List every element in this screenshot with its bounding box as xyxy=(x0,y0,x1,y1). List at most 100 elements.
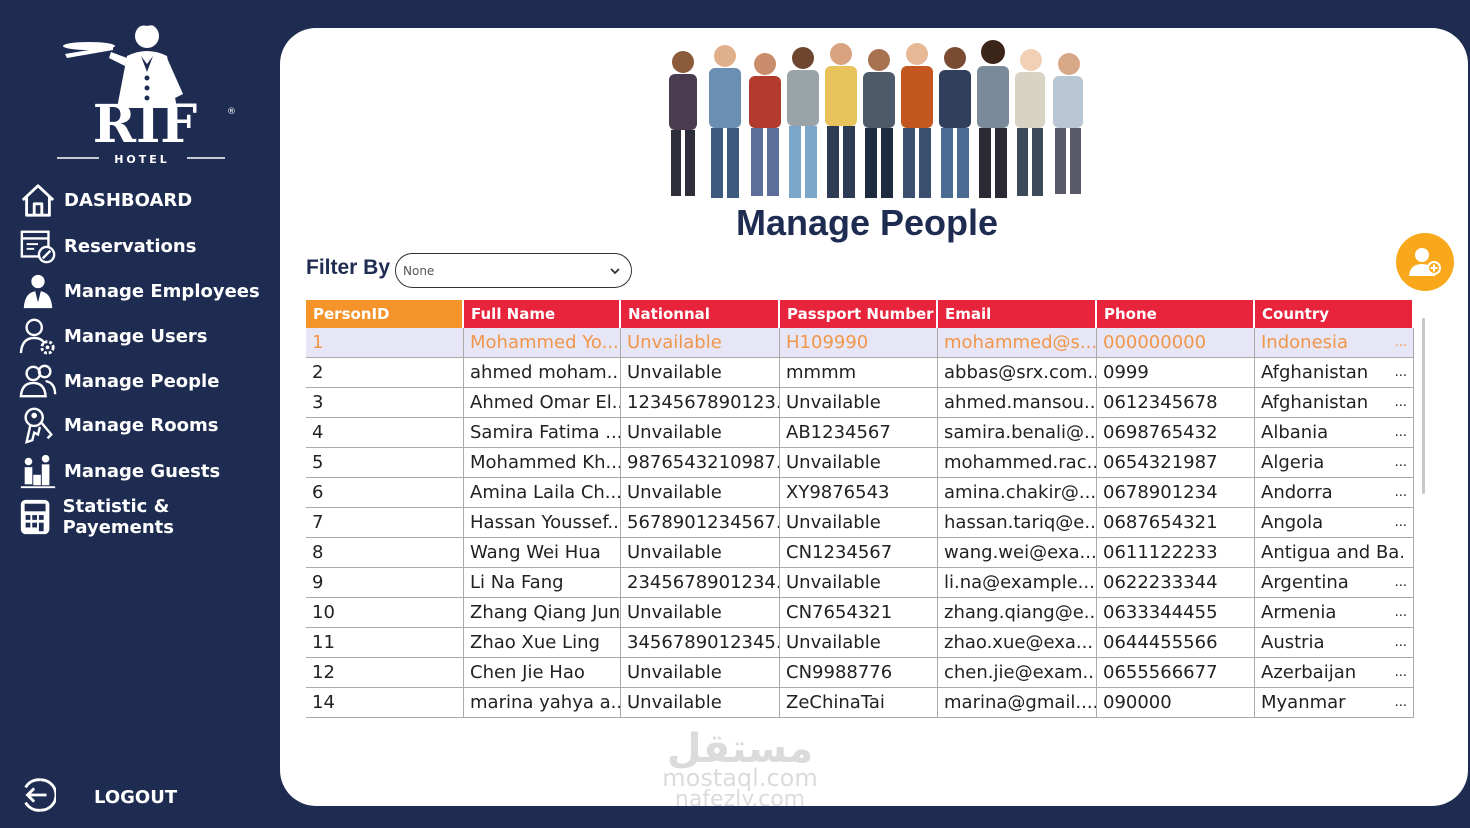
logout-button[interactable]: LOGOUT xyxy=(18,776,177,819)
row-suffix: ... xyxy=(1394,605,1407,620)
column-header-full-name[interactable]: Full Name xyxy=(464,300,621,328)
table-row[interactable]: 9 Li Na Fang 2345678901234... Unvailable li.… xyxy=(306,568,1414,598)
table-row[interactable]: 8 Wang Wei Hua Unvailable CN1234567 wang.wei… xyxy=(306,538,1414,568)
table-row[interactable]: 3 Ahmed Omar El... 1234567890123... Unvaila… xyxy=(306,388,1414,418)
table-scrollbar[interactable] xyxy=(1422,318,1425,494)
table-body: 1 Mohammed Yo... Unvailable H109990 mohammed… xyxy=(306,328,1414,718)
table-row[interactable]: 2 ahmed moham... Unvailable mmmm abbas@srx.c… xyxy=(306,358,1414,388)
watermark-line3: nafezly.com xyxy=(675,787,805,806)
table-cell: CN1234567 xyxy=(780,538,938,568)
table-header: PersonID Full Name Nationnal Passport Nu… xyxy=(306,300,1414,328)
country-text: Argentina xyxy=(1261,572,1349,593)
table-cell: Amina Laila Ch... xyxy=(464,478,621,508)
table-cell: 5 xyxy=(306,448,464,478)
table-cell: Unvailable xyxy=(621,328,780,358)
nav-manage-people[interactable]: Manage People xyxy=(16,361,219,401)
table-cell: H109990 xyxy=(780,328,938,358)
table-cell: Azerbaijan... xyxy=(1255,658,1414,688)
table-cell: ahmed.mansou... xyxy=(938,388,1097,418)
table-cell: 1234567890123... xyxy=(621,388,780,418)
table-cell: wang.wei@exa... xyxy=(938,538,1097,568)
column-header-personid[interactable]: PersonID xyxy=(306,300,464,328)
table-row[interactable]: 12 Chen Jie Hao Unvailable CN9988776 chen.ji… xyxy=(306,658,1414,688)
table-cell: ahmed moham... xyxy=(464,358,621,388)
row-suffix: ... xyxy=(1394,515,1407,530)
country-text: Myanmar xyxy=(1261,692,1346,713)
table-cell: 0644455566 xyxy=(1097,628,1255,658)
guests-icon xyxy=(16,451,60,491)
nav-manage-guests-label: Manage Guests xyxy=(64,460,221,482)
table-cell: Antigua and Ba... xyxy=(1255,538,1414,568)
table-row[interactable]: 4 Samira Fatima ... Unvailable AB1234567 sam… xyxy=(306,418,1414,448)
nav-manage-people-label: Manage People xyxy=(64,370,220,392)
table-row[interactable]: 10 Zhang Qiang Jun Unvailable CN7654321 zhan… xyxy=(306,598,1414,628)
home-icon xyxy=(16,180,60,220)
table-cell: 4 xyxy=(306,418,464,448)
table-cell: mmmm xyxy=(780,358,938,388)
table-cell: Unvailable xyxy=(621,478,780,508)
table-row[interactable]: 1 Mohammed Yo... Unvailable H109990 mohammed… xyxy=(306,328,1414,358)
table-cell: CN7654321 xyxy=(780,598,938,628)
filter-select-value: None xyxy=(403,263,435,278)
table-cell: Hassan Youssef... xyxy=(464,508,621,538)
nav-reservations[interactable]: Reservations xyxy=(16,226,196,266)
table-cell: Unvailable xyxy=(621,658,780,688)
row-suffix: ... xyxy=(1394,485,1407,500)
country-text: Indonesia xyxy=(1261,332,1349,353)
key-icon xyxy=(16,405,60,445)
watermark: مستقل mostaql.com nafezly.com xyxy=(662,728,817,806)
table-cell: zhao.xue@exa... xyxy=(938,628,1097,658)
column-header-nationnal[interactable]: Nationnal xyxy=(621,300,780,328)
column-header-email[interactable]: Email xyxy=(938,300,1097,328)
table-cell: Austria... xyxy=(1255,628,1414,658)
country-text: Albania xyxy=(1261,422,1329,443)
table-cell: Unvailable xyxy=(621,598,780,628)
filter-select[interactable]: None xyxy=(395,253,632,288)
nav-manage-rooms[interactable]: Manage Rooms xyxy=(16,405,218,445)
row-suffix: ... xyxy=(1394,425,1407,440)
table-cell: Li Na Fang xyxy=(464,568,621,598)
table-cell: CN9988776 xyxy=(780,658,938,688)
column-header-country[interactable]: Country xyxy=(1255,300,1414,328)
logo-brand: RIF xyxy=(93,94,198,155)
table-row[interactable]: 14 marina yahya a... Unvailable ZeChinaTai m… xyxy=(306,688,1414,718)
table-cell: Unvailable xyxy=(780,508,938,538)
row-suffix: ... xyxy=(1394,695,1407,710)
table-cell: 2345678901234... xyxy=(621,568,780,598)
row-suffix: ... xyxy=(1394,365,1407,380)
row-suffix: ... xyxy=(1394,665,1407,680)
add-person-button[interactable] xyxy=(1396,233,1454,291)
table-cell: 9876543210987... xyxy=(621,448,780,478)
country-text: Algeria xyxy=(1261,452,1325,473)
employee-icon xyxy=(16,271,60,311)
column-header-passport-number[interactable]: Passport Number xyxy=(780,300,938,328)
nav-dashboard[interactable]: DASHBOARD xyxy=(16,180,192,220)
table-row[interactable]: 6 Amina Laila Ch... Unvailable XY9876543 ami… xyxy=(306,478,1414,508)
nav-manage-rooms-label: Manage Rooms xyxy=(64,414,219,436)
column-header-phone[interactable]: Phone xyxy=(1097,300,1255,328)
table-cell: marina yahya a... xyxy=(464,688,621,718)
table-cell: Zhao Xue Ling xyxy=(464,628,621,658)
table-cell: Afghanistan... xyxy=(1255,388,1414,418)
nav-manage-guests[interactable]: Manage Guests xyxy=(16,451,220,491)
filter-label: Filter By xyxy=(306,256,391,279)
row-suffix: ... xyxy=(1394,335,1407,350)
table-row[interactable]: 7 Hassan Youssef... 5678901234567... Unvail… xyxy=(306,508,1414,538)
table-cell: hassan.tariq@e... xyxy=(938,508,1097,538)
country-text: Andorra xyxy=(1261,482,1333,503)
nav-manage-users[interactable]: Manage Users xyxy=(16,316,208,356)
table-cell: 0633344455 xyxy=(1097,598,1255,628)
table-cell: Chen Jie Hao xyxy=(464,658,621,688)
table-cell: 1 xyxy=(306,328,464,358)
table-cell: 5678901234567... xyxy=(621,508,780,538)
table-cell: 10 xyxy=(306,598,464,628)
nav-statistic-payements[interactable]: Statistic & Payements xyxy=(16,496,280,538)
table-row[interactable]: 11 Zhao Xue Ling 3456789012345... Unvailabl… xyxy=(306,628,1414,658)
country-text: Angola xyxy=(1261,512,1324,533)
table-cell: Albania... xyxy=(1255,418,1414,448)
main-panel: Manage People Filter By None PersonID Fu… xyxy=(280,28,1468,806)
table-row[interactable]: 5 Mohammed Kh... 9876543210987... Unvailabl… xyxy=(306,448,1414,478)
nav-manage-employees[interactable]: Manage Employees xyxy=(16,271,260,311)
row-suffix: ... xyxy=(1394,395,1407,410)
table-cell: Unvailable xyxy=(780,388,938,418)
